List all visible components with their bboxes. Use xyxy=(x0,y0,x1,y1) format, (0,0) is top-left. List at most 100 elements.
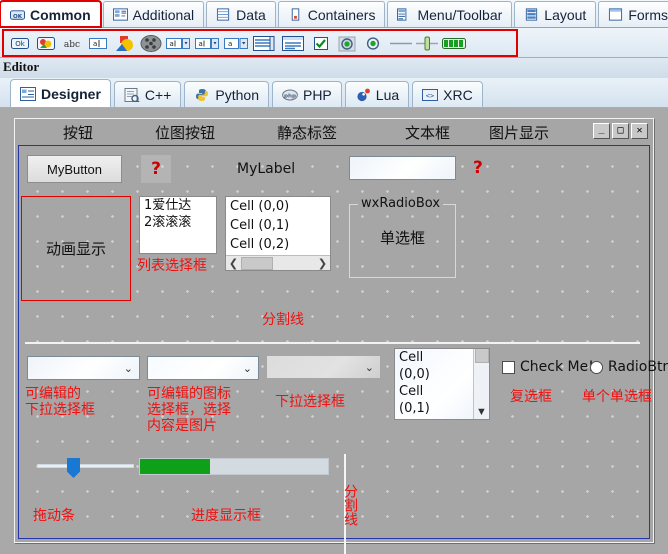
svg-text:a: a xyxy=(170,40,174,48)
titlebar-label-textbox: 文本框 xyxy=(405,123,451,142)
tab-label: PHP xyxy=(302,86,332,103)
check-box-tool[interactable] xyxy=(310,34,332,53)
gauge xyxy=(139,458,329,475)
scroll-left-arrow[interactable]: ❮ xyxy=(226,257,241,270)
static-line-tool[interactable] xyxy=(388,34,412,53)
palette-tab-containers[interactable]: Containers xyxy=(277,1,386,27)
choice-tool[interactable]: a xyxy=(223,34,248,53)
palette-tab-common[interactable]: OK Common xyxy=(0,0,102,28)
xrc-icon: <> xyxy=(422,88,439,102)
gauge-tool[interactable] xyxy=(440,34,466,53)
vertical-scrollbar[interactable]: ▲ ▼ xyxy=(473,349,489,419)
annotation-progress: 进度显示框 xyxy=(191,508,261,524)
list-box-scroll[interactable]: Cell (0,0) Cell (0,1) ▲ ▼ xyxy=(394,348,490,420)
checkbox-indicator[interactable] xyxy=(502,360,515,374)
animation-ctrl-tool[interactable] xyxy=(139,34,162,53)
editor-title: Editor xyxy=(3,59,40,74)
slider[interactable] xyxy=(37,458,134,478)
svg-text:OK: OK xyxy=(13,14,23,20)
data-grid-icon xyxy=(216,8,231,21)
text-ctrl-tool[interactable]: a xyxy=(87,34,109,53)
palette-tab-data[interactable]: Data xyxy=(206,1,276,27)
titlebar-label-bitmap-button: 位图按钮 xyxy=(155,123,216,142)
bitmap-combo-box-tool[interactable]: a xyxy=(194,34,219,53)
radio-box-title: wxRadioBox xyxy=(358,196,444,211)
palette-tab-menu-toolbar[interactable]: Menu/Toolbar xyxy=(387,1,513,27)
combo-box-tool[interactable]: a xyxy=(165,34,190,53)
check-box[interactable]: Check Me! xyxy=(502,359,594,375)
list-box[interactable]: 1爱仕达 2滚滚滚 xyxy=(139,196,217,254)
cpp-icon xyxy=(124,87,140,103)
combo-box-editable[interactable]: ⌄ xyxy=(27,356,140,380)
static-bitmap-tool[interactable] xyxy=(113,34,135,53)
my-button[interactable]: MyButton xyxy=(27,155,122,183)
slider-thumb[interactable] xyxy=(67,458,80,478)
list-box-tool[interactable] xyxy=(252,34,277,53)
tab-label: Lua xyxy=(375,86,400,103)
static-line-horizontal[interactable] xyxy=(25,342,640,344)
menu-toolbar-icon xyxy=(397,8,412,21)
maximize-button[interactable]: □ xyxy=(612,123,629,139)
minimize-button[interactable]: _ xyxy=(593,123,610,139)
list-item[interactable]: Cell (0,2) xyxy=(226,235,330,254)
close-button[interactable]: ✕ xyxy=(631,123,648,139)
bitmap-button-tool[interactable] xyxy=(35,34,57,53)
containers-icon xyxy=(288,8,303,21)
radio-box[interactable]: wxRadioBox 单选框 xyxy=(349,196,456,278)
palette-tab-label: Additional xyxy=(132,6,195,23)
tab-cpp[interactable]: C++ xyxy=(113,81,182,107)
button-tool[interactable]: Ok xyxy=(9,34,31,53)
tab-xrc[interactable]: <> XRC xyxy=(412,81,483,107)
list-item[interactable]: Cell (0,1) xyxy=(226,216,330,235)
scroll-thumb[interactable] xyxy=(241,256,273,270)
svg-text:php: php xyxy=(284,93,296,99)
chevron-down-icon[interactable]: ⌄ xyxy=(124,362,133,375)
python-icon xyxy=(194,88,210,102)
palette-tab-label: Data xyxy=(236,6,266,23)
titlebar-label-button: 按钮 xyxy=(63,123,94,142)
code-tab-bar: Designer C++ Python php PHP Lua <> XRC xyxy=(0,78,668,108)
tab-designer[interactable]: Designer xyxy=(10,79,111,107)
list-item[interactable]: 2滚滚滚 xyxy=(140,214,216,231)
radio-button[interactable]: RadioBtn xyxy=(590,359,668,375)
tab-label: Python xyxy=(215,86,259,103)
checkbox-label: Check Me! xyxy=(520,359,594,375)
tab-php[interactable]: php PHP xyxy=(271,81,342,107)
list-ctrl[interactable]: Cell (0,0) Cell (0,1) Cell (0,2) ❮ ❯ xyxy=(225,196,331,271)
layout-icon xyxy=(524,8,539,21)
list-ctrl-tool[interactable] xyxy=(281,34,306,53)
palette-tab-additional[interactable]: Additional xyxy=(102,1,205,27)
scroll-thumb[interactable] xyxy=(474,349,489,363)
bitmap-button[interactable]: ? xyxy=(141,155,171,183)
chevron-down-icon[interactable]: ⌄ xyxy=(243,362,252,375)
svg-text:abc: abc xyxy=(64,40,80,50)
form-client-area: MyButton ? MyLabel ? 动画显示 1爱仕达 2滚滚滚 列表选择… xyxy=(18,145,668,554)
list-item[interactable]: 1爱仕达 xyxy=(140,197,216,214)
tab-lua[interactable]: Lua xyxy=(344,81,410,107)
radio-button-tool[interactable] xyxy=(362,34,384,53)
bitmap-combo-box[interactable]: ⌄ xyxy=(147,356,259,380)
tab-label: XRC xyxy=(443,86,473,103)
palette-tab-forms[interactable]: Forms xyxy=(598,1,668,27)
list-item[interactable]: Cell (0,0) xyxy=(226,197,330,216)
annotation-choice: 下拉选择框 xyxy=(275,394,345,410)
slider-track xyxy=(37,464,134,468)
window-buttons: _ □ ✕ xyxy=(593,123,648,139)
tab-python[interactable]: Python xyxy=(184,81,269,107)
annotation-listbox: 列表选择框 xyxy=(137,258,207,274)
forms-window-icon xyxy=(608,8,623,21)
choice-control[interactable]: ⌄ xyxy=(267,356,380,378)
static-text-tool[interactable]: abc xyxy=(61,34,83,53)
horizontal-scrollbar[interactable]: ❮ ❯ xyxy=(226,255,330,270)
scroll-right-arrow[interactable]: ❯ xyxy=(315,257,330,270)
scroll-down-arrow[interactable]: ▼ xyxy=(476,405,487,419)
designer-canvas[interactable]: 按钮 位图按钮 静态标签 文本框 图片显示 _ □ ✕ MyButton ? M… xyxy=(0,108,668,554)
chevron-down-icon[interactable]: ⌄ xyxy=(365,361,374,374)
animation-ctrl[interactable]: 动画显示 xyxy=(21,196,131,301)
annotation-checkbox: 复选框 xyxy=(510,389,552,405)
text-ctrl[interactable] xyxy=(349,156,456,180)
radiobutton-indicator[interactable] xyxy=(590,360,603,374)
palette-tab-layout[interactable]: Layout xyxy=(514,1,597,27)
slider-tool[interactable] xyxy=(414,34,438,53)
radio-box-tool[interactable] xyxy=(336,34,358,53)
